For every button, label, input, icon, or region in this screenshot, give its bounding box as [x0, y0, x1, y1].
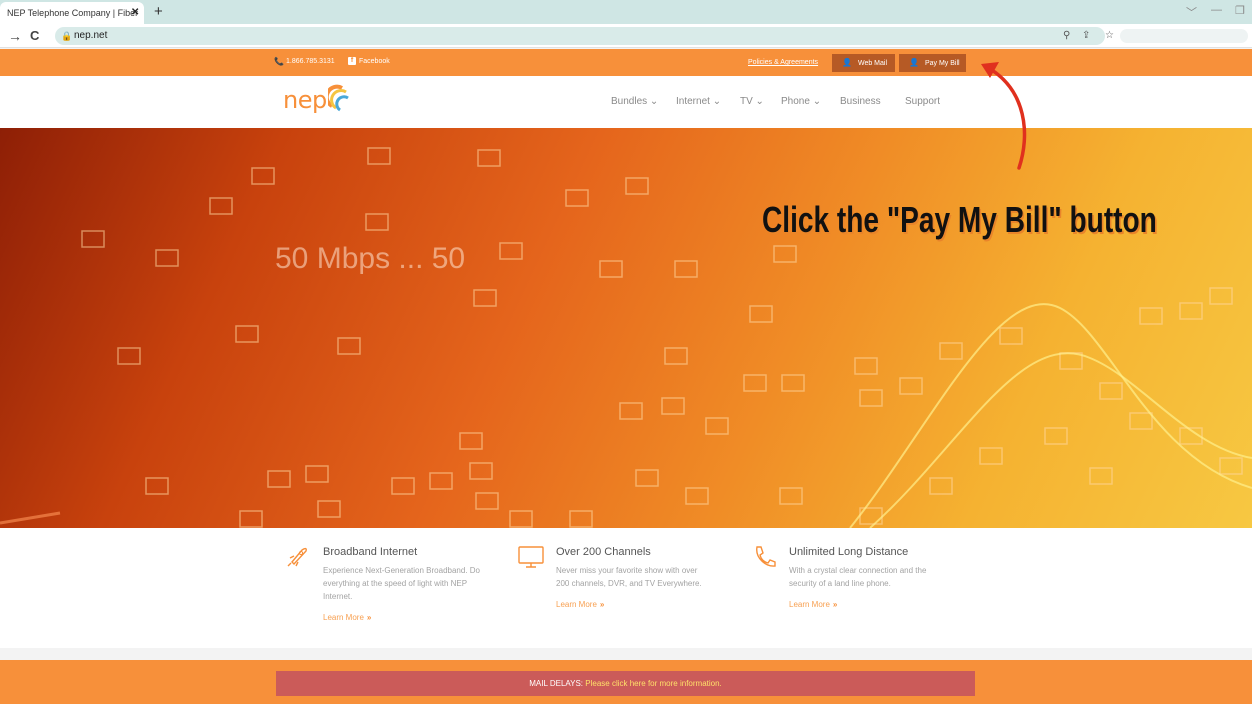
rocket-icon [287, 547, 307, 567]
tab-close-icon[interactable]: ✕ [131, 7, 139, 18]
web-mail-button[interactable]: 👤 Web Mail [832, 54, 895, 72]
user-icon: 👤 [842, 58, 852, 67]
feature-description-line: With a crystal clear connection and the [789, 566, 927, 575]
logo-sun-icon[interactable] [328, 84, 352, 114]
feature-broadband: Broadband Internet Experience Next-Gener… [323, 546, 523, 622]
feature-title: Over 200 Channels [556, 546, 651, 558]
learn-more-label: Learn More [789, 600, 830, 609]
profile-area[interactable] [1120, 29, 1248, 43]
reload-icon[interactable]: C [30, 28, 39, 43]
tab-title: NEP Telephone Company | Fiber [7, 8, 139, 18]
monitor-icon [518, 546, 544, 568]
site-top-bar: 📞 1.866.785.3131 f Facebook Policies & A… [0, 49, 1252, 76]
bookmark-star-icon[interactable]: ☆ [1105, 30, 1114, 41]
phone-icon: 📞 [274, 57, 284, 66]
policies-link[interactable]: Policies & Agreements [748, 59, 818, 66]
hero-headline: 50 Mbps ... 50 [275, 242, 466, 275]
double-chevron-icon: » [599, 600, 605, 609]
url-text[interactable]: nep.net [74, 30, 107, 41]
pay-my-bill-button[interactable]: 👤 Pay My Bill [899, 54, 966, 72]
new-tab-button[interactable]: + [154, 3, 163, 20]
restore-button[interactable]: ❐ [1235, 4, 1245, 17]
feature-description-line: Internet. [323, 592, 353, 601]
feature-title: Broadband Internet [323, 546, 418, 558]
site-header: nep Bundles ⌄ Internet ⌄ TV ⌄ Phone ⌄ Bu… [0, 76, 1252, 128]
instruction-callout: Click the "Pay My Bill" button [762, 199, 1157, 240]
learn-more-label: Learn More [556, 600, 597, 609]
feature-description-line: everything at the speed of light with NE… [323, 579, 468, 588]
browser-tab-bar: NEP Telephone Company | Fiber ✕ + ﹀ — ❐ [0, 0, 1252, 24]
nav-bundles[interactable]: Bundles ⌄ [611, 96, 658, 107]
notice-link[interactable]: Please click here for more information. [585, 679, 722, 688]
nav-support[interactable]: Support [905, 96, 940, 107]
pay-my-bill-label: Pay My Bill [924, 60, 960, 67]
double-chevron-icon: » [832, 600, 838, 609]
nav-internet[interactable]: Internet ⌄ [676, 96, 721, 107]
facebook-link[interactable]: Facebook [359, 58, 390, 65]
share-icon[interactable]: ⇪ [1082, 30, 1090, 41]
phone-number-link[interactable]: 1.866.785.3131 [286, 58, 335, 65]
feature-long-distance: Unlimited Long Distance With a crystal c… [789, 546, 989, 609]
hero-banner[interactable]: 50 Mbps ... 50 Click the "Pay My Bill" b… [0, 128, 1252, 528]
browser-tab[interactable]: NEP Telephone Company | Fiber ✕ [0, 2, 144, 24]
feature-title: Unlimited Long Distance [789, 546, 909, 558]
feature-description-line: 200 channels, DVR, and TV Everywhere. [556, 579, 702, 588]
feature-description-line: Experience Next-Generation Broadband. Do [323, 566, 480, 575]
mail-delays-notice[interactable]: MAIL DELAYS: Please click here for more … [276, 671, 975, 696]
user-icon: 👤 [909, 58, 919, 67]
feature-channels: Over 200 Channels Never miss your favori… [556, 546, 756, 609]
omnibox[interactable] [55, 27, 1105, 45]
learn-more-link[interactable]: Learn More» [323, 613, 523, 622]
feature-description-line: Never miss your favorite show with over [556, 566, 698, 575]
learn-more-link[interactable]: Learn More» [789, 600, 989, 609]
tab-search-icon[interactable]: ﹀ [1186, 4, 1197, 20]
features-section: Broadband Internet Experience Next-Gener… [0, 528, 1252, 648]
forward-icon[interactable]: → [8, 28, 22, 44]
footer-bar: MAIL DELAYS: Please click here for more … [0, 660, 1252, 704]
double-chevron-icon: » [366, 613, 372, 622]
web-mail-label: Web Mail [857, 60, 888, 67]
feature-description-line: security of a land line phone. [789, 579, 891, 588]
nav-business[interactable]: Business [840, 96, 881, 107]
logo[interactable]: nep [283, 86, 327, 114]
zoom-icon[interactable]: ⚲ [1063, 30, 1070, 41]
learn-more-link[interactable]: Learn More» [556, 600, 756, 609]
red-arrow-annotation [981, 62, 1027, 170]
notice-label: MAIL DELAYS: [529, 679, 584, 688]
address-bar-row: → C 🔒 nep.net ⚲ ⇪ ☆ [0, 24, 1252, 48]
minimize-button[interactable]: — [1211, 4, 1222, 16]
nav-tv[interactable]: TV ⌄ [740, 96, 764, 107]
hero-decoration [0, 147, 1252, 528]
nav-phone[interactable]: Phone ⌄ [781, 96, 821, 107]
facebook-icon[interactable]: f [348, 57, 356, 65]
phone-handset-icon [756, 546, 776, 567]
learn-more-label: Learn More [323, 613, 364, 622]
lock-icon[interactable]: 🔒 [61, 31, 72, 42]
